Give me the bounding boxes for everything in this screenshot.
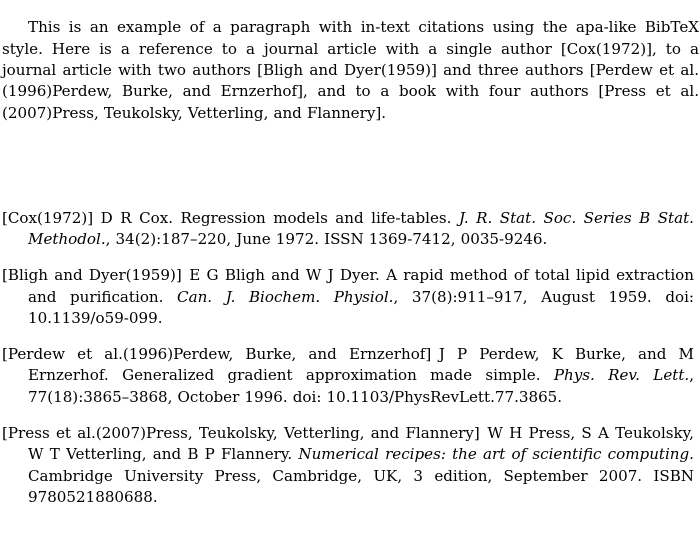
citation-key: [Press et al.(2007)Press, Teukolsky, Vet… [2,423,480,442]
entry-details: , 34(2):187–220, June 1972. ISSN 1369-74… [105,230,548,249]
entry-title: Generalized gradient approximation made … [122,366,541,385]
bibliography-entry: [Press et al.(2007)Press, Teukolsky, Vet… [2,423,694,509]
entry-journal: Can. J. Biochem. Physiol. [177,287,394,306]
entry-title: Regression models and life-tables. [180,209,452,227]
bibliography-entry: [Bligh and Dyer(1959)] E G Bligh and W J … [2,265,694,329]
document-page: This is an example of a paragraph with i… [0,0,700,548]
entry-details: Cambridge University Press, Cambridge, U… [28,466,694,506]
intro-paragraph: This is an example of a paragraph with i… [2,18,699,122]
bibliography-entry: [Cox(1972)] D R Cox. Regression models an… [2,208,694,251]
entry-journal: Phys. Rev. Lett. [553,366,690,385]
entry-authors: D R Cox. [100,209,174,227]
citation-key: [Cox(1972)] [2,209,94,227]
entry-journal: Numerical recipes: the art of scientific… [298,445,694,464]
entry-authors: E G Bligh and W J Dyer. [189,266,380,285]
citation-key: [Perdew et al.(1996)Perdew, Burke, and E… [2,345,432,364]
bibliography-entry: [Perdew et al.(1996)Perdew, Burke, and E… [2,344,694,408]
bibliography-list: [Cox(1972)] D R Cox. Regression models an… [2,208,694,508]
citation-key: [Bligh and Dyer(1959)] [2,266,182,285]
